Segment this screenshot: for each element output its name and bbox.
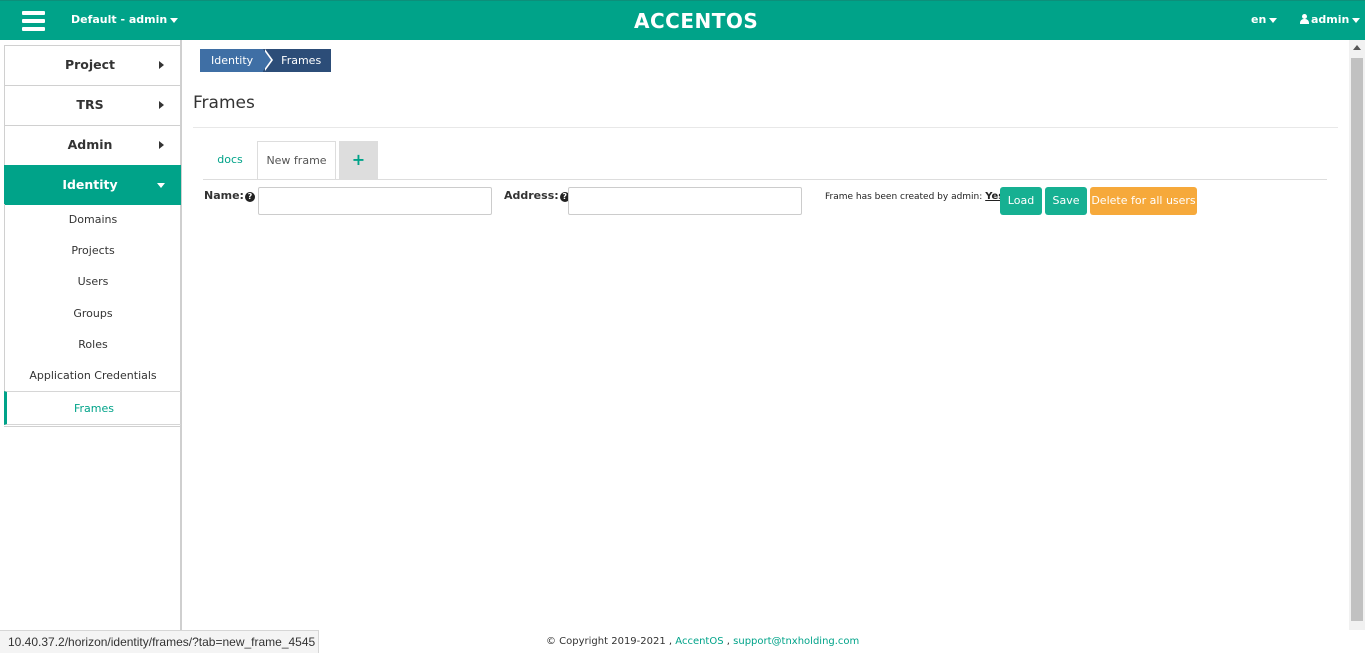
chevron-down-icon [170,17,179,23]
sidebar-item-application-credentials[interactable]: Application Credentials [5,360,181,391]
sidebar-group-trs[interactable]: TRS [4,85,181,125]
sidebar-group-project[interactable]: Project [4,45,181,85]
copyright-text: © Copyright 2019-2021 , [546,636,673,647]
sidebar-item-roles[interactable]: Roles [5,329,181,360]
save-button[interactable]: Save [1045,187,1087,215]
user-menu-dropdown[interactable]: admin [1300,13,1361,26]
tabs-divider [203,179,1327,180]
sidebar-group-label: Admin [67,137,113,152]
chevron-right-icon [159,61,164,69]
user-name: admin [1311,13,1350,26]
scroll-up-arrow-icon[interactable] [1353,45,1361,50]
delete-for-all-users-button[interactable]: Delete for all users [1090,187,1197,215]
load-button[interactable]: Load [1000,187,1042,215]
tab-docs[interactable]: docs [203,141,257,180]
sidebar-divider [4,426,181,427]
project-switcher-dropdown[interactable]: Default - admin [71,13,179,26]
sidebar-group-label: Project [64,57,116,72]
breadcrumb-identity[interactable]: Identity [200,49,274,72]
support-email-link[interactable]: support@tnxholding.com [733,636,859,647]
help-icon[interactable]: ? [244,192,255,202]
chevron-right-icon [159,141,164,149]
sidebar: Project TRS Admin Identity Domains Proje… [0,40,182,630]
plus-icon: + [351,150,366,169]
copyright: © Copyright 2019-2021 , AccentOS , suppo… [546,636,859,647]
chevron-down-icon [1352,17,1361,23]
breadcrumb: Identity Frames [200,49,332,72]
sidebar-group-label: Identity [62,177,118,192]
title-divider [193,127,1338,128]
user-icon [1300,14,1309,24]
menu-toggle-icon[interactable] [22,11,45,31]
sidebar-item-domains[interactable]: Domains [5,204,181,235]
name-input[interactable] [258,187,492,215]
language-dropdown[interactable]: en [1251,13,1278,26]
chevron-down-icon [157,183,165,188]
footer-separator: , [726,636,730,647]
identity-submenu: Domains Projects Users Groups Roles Appl… [4,204,181,426]
address-label-text: Address: [504,189,559,202]
name-label-text: Name: [204,189,244,202]
address-input[interactable] [568,187,802,215]
language-label: en [1251,13,1267,26]
sidebar-group-admin[interactable]: Admin [4,125,181,165]
scrollbar-thumb[interactable] [1351,58,1363,621]
sidebar-group-identity[interactable]: Identity [4,165,181,205]
breadcrumb-frames: Frames [263,49,332,72]
browser-status-url: 10.40.37.2/horizon/identity/frames/?tab=… [0,630,320,653]
brand-logo[interactable]: ACCENTOS [634,9,758,33]
frame-created-info: Frame has been created by admin: Yes [825,191,1004,202]
chevron-down-icon [1269,17,1278,23]
accentos-link[interactable]: AccentOS [675,636,723,647]
frame-created-text: Frame has been created by admin: [825,192,983,202]
vertical-scrollbar[interactable] [1349,40,1365,630]
sidebar-group-label: TRS [76,97,104,112]
chevron-right-icon [159,101,164,109]
sidebar-item-groups[interactable]: Groups [5,298,181,329]
sidebar-item-frames[interactable]: Frames [4,391,181,426]
name-label: Name:? [204,189,255,202]
sidebar-item-projects[interactable]: Projects [5,235,181,266]
add-tab-button[interactable]: + [339,141,378,180]
page-title: Frames [193,93,255,113]
tab-new-frame[interactable]: New frame [257,141,336,180]
project-switcher-label: Default - admin [71,13,168,26]
top-navbar: Default - admin ACCENTOS en admin [0,0,1365,40]
sidebar-item-users[interactable]: Users [5,266,181,297]
address-label: Address:? [504,189,570,202]
